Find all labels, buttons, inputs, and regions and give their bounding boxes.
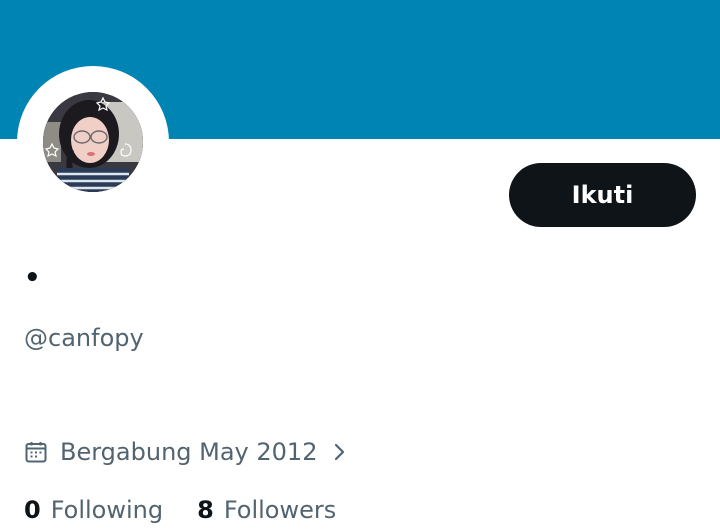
avatar-image [43,92,143,192]
avatar[interactable] [43,92,143,192]
calendar-icon [24,440,48,464]
followers-link[interactable]: 8 Followers [197,496,336,524]
avatar-ring [17,66,169,218]
followers-label: Followers [223,496,337,524]
username-handle: @canfopy [24,324,144,352]
follow-stats: 0 Following 8 Followers [24,490,370,530]
joined-date: Bergabung May 2012 [24,432,347,472]
following-label: Following [50,496,164,524]
follow-button[interactable]: Ikuti [509,163,696,227]
followers-count: 8 [197,496,214,524]
profile-page: Ikuti • @canfopy Bergabung May 2012 0 Fo… [0,0,720,530]
following-link[interactable]: 0 Following [24,496,163,524]
display-name: • [24,263,41,293]
following-count: 0 [24,496,41,524]
joined-text: Bergabung May 2012 [60,438,318,466]
chevron-right-icon[interactable] [333,442,347,462]
